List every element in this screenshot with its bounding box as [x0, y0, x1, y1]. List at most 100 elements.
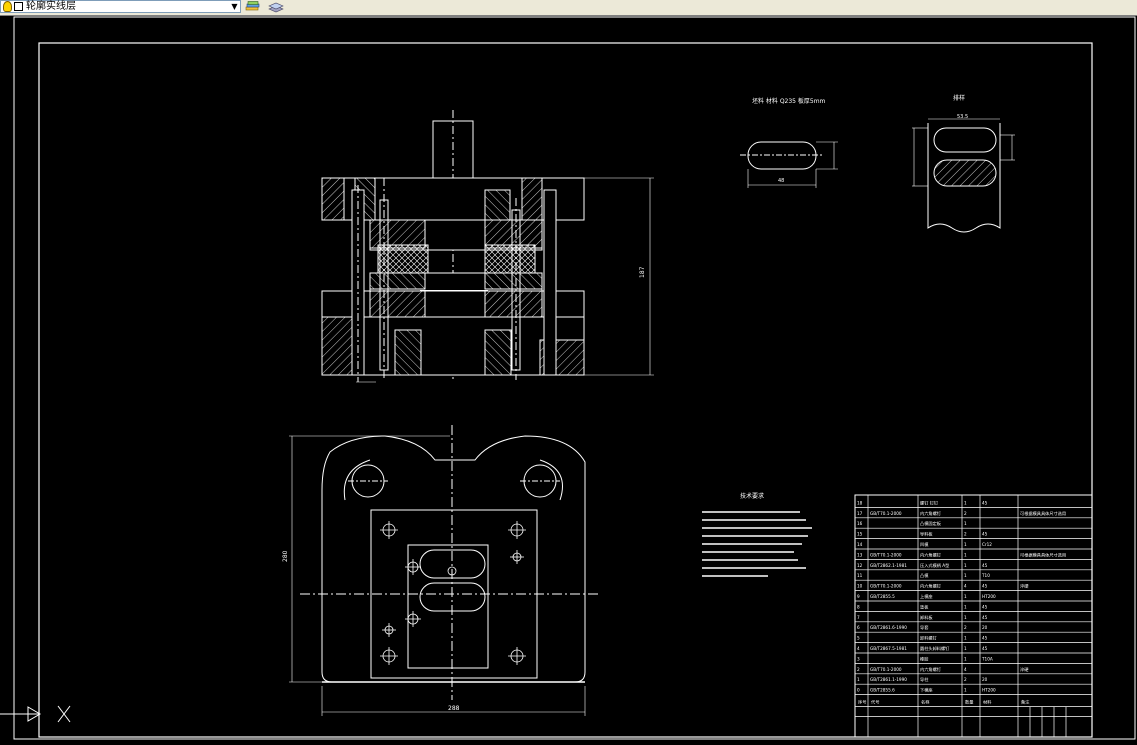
bom-cell-no: 16 — [857, 521, 863, 526]
bom-cell-no: 1 — [857, 677, 860, 682]
dim-depth-label: 280 — [282, 550, 289, 562]
bom-cell-no: 6 — [857, 625, 860, 630]
bom-cell-name: 圆柱头卸料螺钉 — [920, 645, 950, 652]
chevron-down-icon[interactable]: ▼ — [229, 1, 240, 12]
layer-color-icon[interactable] — [14, 2, 23, 11]
bom-cell-qty: 1 — [964, 646, 967, 651]
bom-header-code: 代号 — [871, 699, 879, 706]
layer-toolbar: 轮廓实线层 ▼ — [0, 0, 1137, 16]
bom-cell-no: 8 — [857, 604, 860, 609]
bom-cell-mat: HT200 — [982, 688, 996, 693]
blank-view — [740, 141, 838, 188]
bom-cell-code: GB/T70.1-2000 — [870, 667, 902, 672]
bom-cell-qty: 1 — [964, 615, 967, 620]
bom-cell-code: GB/T2861.1-1990 — [870, 677, 907, 682]
bom-cell-code: GB/T70.1-2000 — [870, 511, 902, 516]
bom-cell-name: 导料板 — [920, 531, 933, 538]
bom-cell-no: 10 — [857, 584, 863, 589]
bom-cell-no: 0 — [857, 688, 860, 693]
bom-cell-no: 11 — [857, 573, 863, 578]
bom-cell-note: 可根据模具具体尺寸选用 — [1020, 510, 1066, 517]
bom-cell-name: 上模座 — [920, 593, 933, 600]
bom-cell-qty: 1 — [964, 636, 967, 641]
bom-cell-qty: 4 — [964, 667, 967, 672]
bom-cell-no: 12 — [857, 563, 863, 568]
layer-states-icon — [268, 2, 284, 13]
bom-cell-no: 3 — [857, 656, 860, 661]
bom-cell-name: 导套 — [920, 624, 929, 631]
bom-header-qty: 数量 — [965, 699, 973, 706]
bom-cell-name: 内六角螺钉 — [920, 666, 942, 673]
bom-cell-code: GB/T70.1-2000 — [870, 552, 902, 557]
bom-cell-mat: 45 — [982, 615, 988, 620]
bom-cell-qty: 1 — [964, 500, 967, 505]
bom-cell-qty: 2 — [964, 677, 967, 682]
bom-cell-name: 卸料螺钉 — [920, 635, 938, 642]
bom-cell-mat: 20 — [982, 625, 988, 630]
bom-cell-mat: 45 — [982, 563, 988, 568]
layer-on-icon[interactable] — [3, 1, 12, 12]
bom-cell-mat: 45 — [982, 636, 988, 641]
bom-cell-mat: T10 — [981, 573, 990, 578]
bom-cell-qty: 2 — [964, 511, 967, 516]
bom-cell-name: 凹模 — [920, 541, 929, 548]
bom-header-note: 备注 — [1021, 699, 1030, 706]
bom-cell-no: 15 — [857, 532, 863, 537]
bom-cell-no: 7 — [857, 615, 860, 620]
bom-cell-note: 淬硬 — [1020, 666, 1029, 673]
bom-cell-name: 压入式模柄 A型 — [920, 562, 949, 569]
bom-header-no: 序号 — [858, 699, 866, 706]
blank-length-label: 48 — [778, 178, 784, 184]
bom-cell-qty: 1 — [964, 573, 967, 578]
bom-cell-no: 2 — [857, 667, 860, 672]
layer-properties-button[interactable] — [244, 0, 262, 14]
dim-width-label: 288 — [448, 705, 460, 712]
die-section-view — [321, 110, 654, 383]
bom-cell-no: 17 — [857, 511, 863, 516]
bom-cell-no: 4 — [857, 646, 860, 651]
bom-cell-mat: 45 — [982, 646, 988, 651]
bom-cell-mat: HT200 — [982, 594, 996, 599]
bom-cell-code: GB/T2855.5 — [870, 594, 895, 599]
layer-states-button[interactable] — [267, 0, 285, 14]
bom-cell-qty: 1 — [964, 688, 967, 693]
layout-view-label: 排样 — [953, 94, 965, 102]
bom-table: 18 螺钉 钉钉 1 4517 GB/T70.1-2000 内六角螺钉 2 可根据模具具体尺寸… — [854, 494, 1093, 738]
bom-cell-no: 9 — [857, 594, 860, 599]
bom-cell-qty: 1 — [964, 656, 967, 661]
bom-cell-name: 下模座 — [920, 687, 933, 694]
bom-cell-qty: 1 — [964, 521, 967, 526]
bom-cell-qty: 1 — [964, 594, 967, 599]
tech-requirements-title: 技术要求 — [740, 492, 764, 500]
blank-view-label: 坯料 材料 Q235 板厚5mm — [752, 97, 826, 105]
bom-cell-code: GB/T2862.1-1981 — [870, 563, 907, 568]
strip-layout-view — [912, 118, 1015, 233]
bom-cell-no: 18 — [857, 500, 863, 505]
bom-cell-code: GB/T2867.5-1981 — [870, 646, 907, 651]
layer-name: 轮廓实线层 — [26, 0, 76, 12]
bom-cell-no: 14 — [857, 542, 863, 547]
bom-cell-name: 螺钉 钉钉 — [920, 499, 939, 506]
bom-cell-note: 淬硬 — [1020, 583, 1029, 590]
bom-cell-mat: 20 — [982, 677, 988, 682]
bom-cell-name: 内六角螺钉 — [920, 510, 942, 517]
bom-cell-code: GB/T2855.6 — [870, 688, 895, 693]
bom-cell-name: 凸模 — [920, 572, 929, 579]
drawing-canvas[interactable]: 187 280 288 坯料 材料 Q235 板厚5mm 48 排样 53.5 … — [0, 16, 1137, 741]
dim-height-label: 187 — [639, 266, 646, 278]
bom-header-mat: 材料 — [983, 699, 992, 706]
bom-cell-code: GB/T2861.6-1990 — [870, 625, 907, 630]
bom-cell-mat: 45 — [982, 584, 988, 589]
layer-properties-icon — [245, 1, 260, 11]
layer-dropdown[interactable]: 轮廓实线层 ▼ — [0, 0, 241, 13]
bom-cell-qty: 2 — [964, 532, 967, 537]
bom-cell-qty: 2 — [964, 625, 967, 630]
bom-cell-name: 内六角螺钉 — [920, 583, 942, 590]
layout-width-label: 53.5 — [957, 114, 968, 120]
bom-cell-mat: Cr12 — [982, 542, 992, 547]
bom-cell-name: 凸模固定板 — [920, 520, 942, 527]
bom-cell-qty: 1 — [964, 542, 967, 547]
bom-cell-mat: 45 — [982, 532, 988, 537]
bom-cell-name: 垫板 — [920, 603, 929, 610]
bom-cell-no: 13 — [857, 552, 863, 557]
